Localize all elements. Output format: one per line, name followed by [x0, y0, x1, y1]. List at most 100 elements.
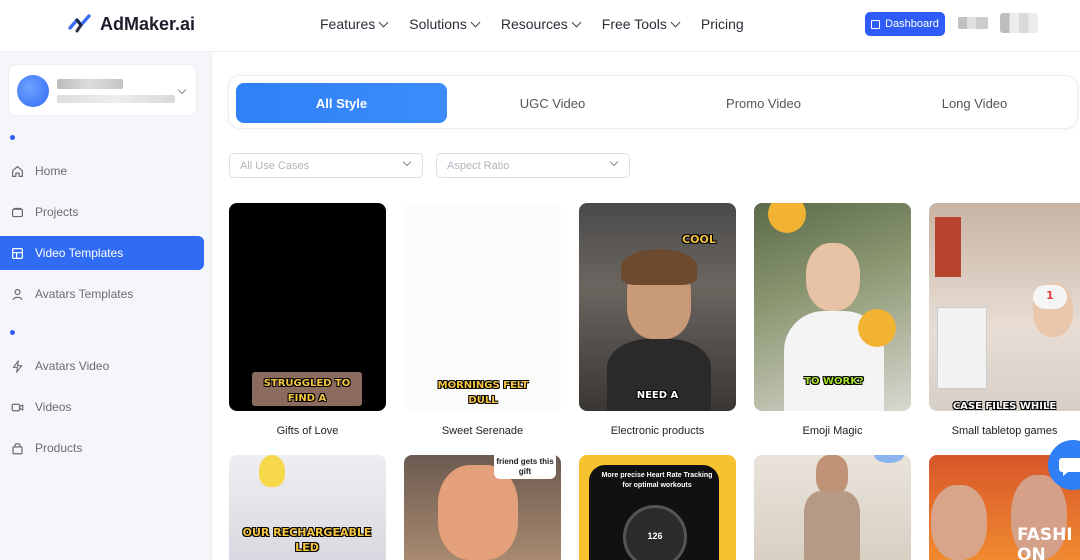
video-icon	[11, 403, 24, 411]
menu-features[interactable]: Features	[320, 16, 389, 32]
dashboard-button[interactable]: Dashboard	[865, 12, 945, 36]
sidebar-item-video-templates[interactable]: Video Templates	[0, 236, 204, 270]
sidebar-item-products[interactable]: Products	[0, 431, 204, 465]
badge-count: 1	[1046, 289, 1054, 302]
flushed-emoji-icon	[858, 309, 896, 347]
top-navigation: AdMaker.ai Features Solutions Resources …	[0, 0, 1080, 52]
sidebar: Home Projects Video Templates Avatars Te…	[0, 52, 212, 560]
section-dot	[10, 330, 15, 335]
tab-ugc-video[interactable]: UGC Video	[447, 83, 658, 123]
template-thumbnail[interactable]: More precise Heart Rate Tracking for opt…	[579, 455, 736, 560]
sticker-text: COOL	[682, 233, 716, 246]
lightning-icon	[12, 359, 23, 373]
template-thumbnail[interactable]: friend gets this gift	[404, 455, 561, 560]
user-icon	[12, 288, 23, 300]
chevron-down-icon	[470, 17, 481, 27]
sidebar-item-avatars-video[interactable]: Avatars Video	[0, 349, 204, 383]
use-cases-select[interactable]: All Use Cases	[229, 153, 423, 178]
sidebar-item-label: Videos	[35, 400, 72, 414]
sidebar-item-label: Avatars Video	[35, 359, 110, 373]
menu-pricing[interactable]: Pricing	[701, 16, 744, 32]
person-shirt	[804, 491, 860, 560]
person-face	[438, 465, 518, 560]
dashboard-icon	[871, 19, 881, 29]
menu-solutions-label: Solutions	[409, 16, 467, 32]
menu-free-tools[interactable]: Free Tools	[602, 16, 681, 32]
caption-text: TO WORK?	[804, 376, 864, 387]
sidebar-item-home[interactable]: Home	[0, 154, 204, 188]
caption-text: CASE FILES WHILE	[952, 401, 1057, 411]
blurred-user-menu[interactable]	[1000, 13, 1038, 33]
caption-text: FASHI ON	[1017, 525, 1073, 560]
main-menu: Features Solutions Resources Free Tools …	[320, 16, 766, 32]
sidebar-item-label: Projects	[35, 205, 79, 219]
tab-long-video[interactable]: Long Video	[869, 83, 1080, 123]
template-thumbnail[interactable]: OUR RECHARGEABLE LED	[229, 455, 386, 560]
chevron-down-icon	[670, 17, 681, 27]
chevron-down-icon	[402, 157, 412, 167]
caption-text: OUR RECHARGEABLE LED	[242, 526, 372, 554]
wall-photo	[935, 217, 961, 277]
blurred-account-email	[57, 95, 175, 103]
chevron-down-icon	[609, 157, 619, 167]
aspect-ratio-placeholder: Aspect Ratio	[447, 159, 510, 172]
tab-all-style[interactable]: All Style	[236, 83, 447, 123]
template-thumbnail[interactable]: 1 CASE FILES WHILE	[929, 203, 1080, 411]
admaker-logo-icon	[68, 14, 91, 33]
person-face	[816, 455, 848, 495]
blurred-credits	[958, 17, 988, 29]
template-thumbnail[interactable]: MORNINGS FELT DULL	[404, 203, 561, 411]
bag-icon	[12, 442, 23, 454]
template-title: Small tabletop games	[951, 425, 1058, 437]
chevron-down-icon	[177, 85, 187, 95]
person-hair	[621, 249, 697, 285]
caption-text: STRUGGLED TO FIND A	[263, 378, 351, 404]
caption-text: MORNINGS FELT DULL	[437, 380, 529, 406]
template-thumbnail[interactable]	[754, 455, 911, 560]
caption-text: friend gets this gift	[496, 457, 554, 476]
aspect-ratio-select[interactable]: Aspect Ratio	[436, 153, 630, 178]
chevron-down-icon	[571, 17, 582, 27]
chat-support-button[interactable]	[1048, 440, 1080, 490]
sidebar-item-avatars-templates[interactable]: Avatars Templates	[0, 277, 204, 311]
style-tabs: All Style UGC Video Promo Video Long Vid…	[228, 75, 1078, 129]
watch-value: 126	[647, 531, 663, 541]
menu-pricing-label: Pricing	[700, 16, 744, 32]
brand-name: AdMaker.ai	[100, 13, 196, 34]
chevron-down-icon	[378, 17, 389, 27]
document-paper	[937, 307, 987, 389]
sidebar-item-projects[interactable]: Projects	[0, 195, 204, 229]
template-title: Electronic products	[610, 425, 705, 437]
decorative-shape	[874, 455, 904, 463]
template-icon	[12, 247, 23, 259]
template-thumbnail[interactable]: STRUGGLED TO FIND A	[229, 203, 386, 411]
template-title: Gifts of Love	[276, 425, 339, 437]
use-cases-placeholder: All Use Cases	[240, 159, 310, 172]
caption-text: More precise Heart Rate Tracking for opt…	[601, 472, 713, 489]
home-icon	[12, 165, 23, 177]
menu-resources[interactable]: Resources	[500, 16, 582, 32]
sidebar-item-videos[interactable]: Videos	[0, 390, 204, 424]
menu-solutions[interactable]: Solutions	[409, 16, 481, 32]
template-title: Sweet Serenade	[441, 425, 524, 437]
dashboard-label: Dashboard	[885, 18, 939, 30]
template-title: Emoji Magic	[802, 425, 863, 437]
chat-icon	[1059, 458, 1080, 476]
thinking-emoji-icon	[768, 203, 806, 233]
sidebar-item-label: Products	[35, 441, 83, 455]
menu-features-label: Features	[320, 16, 376, 32]
template-thumbnail[interactable]: TO WORK?	[754, 203, 911, 411]
sidebar-item-label: Avatars Templates	[35, 287, 134, 301]
lightbulb-icon	[259, 455, 285, 487]
account-switcher[interactable]	[8, 64, 197, 116]
sidebar-item-label: Home	[35, 164, 68, 178]
tab-promo-video[interactable]: Promo Video	[658, 83, 869, 123]
sidebar-item-label: Video Templates	[35, 246, 124, 260]
person-face	[806, 243, 860, 311]
template-thumbnail[interactable]: COOL NEED A	[579, 203, 736, 411]
section-dot	[10, 135, 15, 140]
menu-resources-label: Resources	[500, 16, 568, 32]
brand-logo[interactable]: AdMaker.ai	[68, 12, 195, 36]
caption-text: NEED A	[636, 390, 679, 401]
person-face	[931, 485, 987, 560]
